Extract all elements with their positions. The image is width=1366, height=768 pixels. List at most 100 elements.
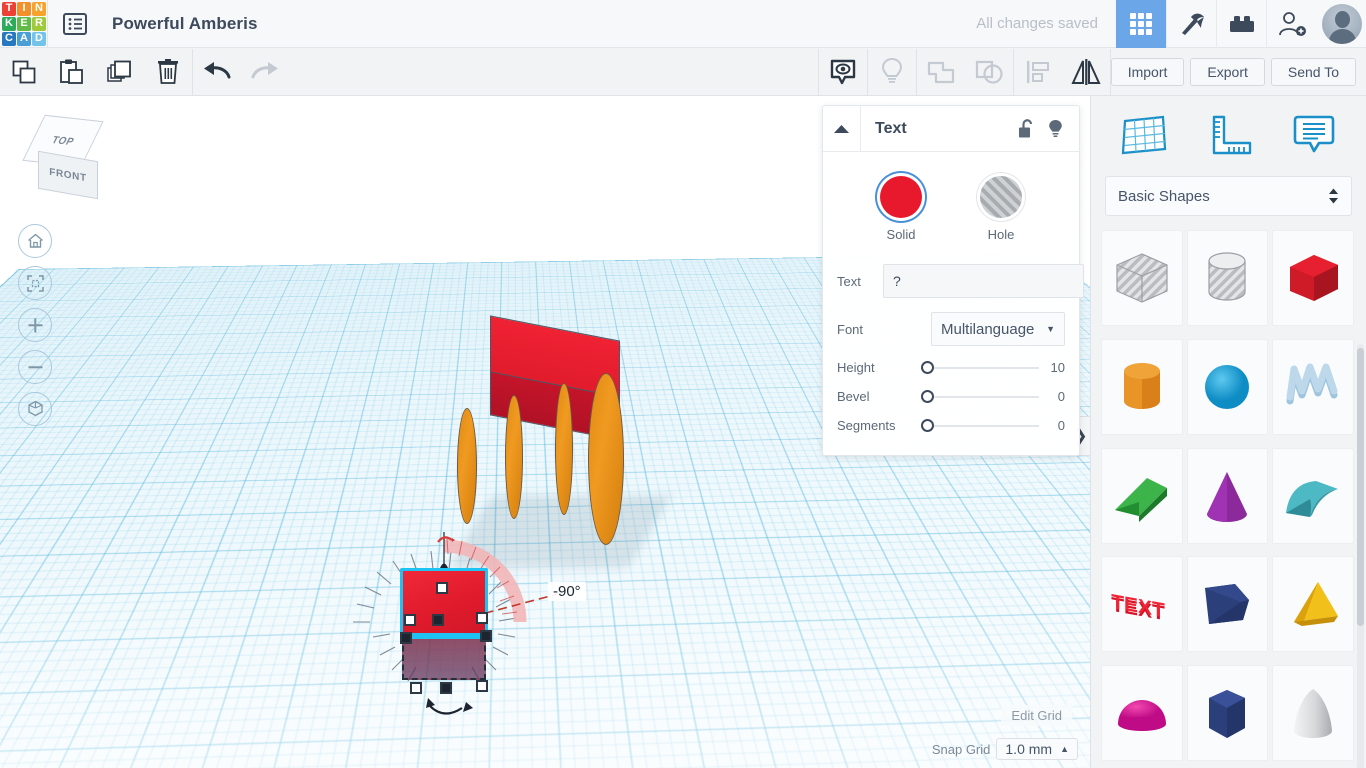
edit-grid-button[interactable]: Edit Grid <box>1001 705 1072 726</box>
document-list-button[interactable] <box>48 0 102 48</box>
hole-mode-label: Hole <box>987 227 1015 242</box>
chevron-down-icon: ▼ <box>1046 324 1055 334</box>
orange-disc-1 <box>457 408 477 524</box>
segments-slider[interactable] <box>921 419 1039 432</box>
shape-item-wedge[interactable] <box>1101 447 1183 544</box>
shape-item-cone[interactable] <box>1186 447 1269 544</box>
home-view-button[interactable] <box>18 224 52 258</box>
font-property-label: Font <box>837 321 864 337</box>
zoom-out-button[interactable] <box>18 350 52 384</box>
paste-button[interactable] <box>48 49 96 95</box>
align-icon <box>1026 60 1049 83</box>
shape-item-roof[interactable] <box>1272 447 1354 544</box>
show-hide-button[interactable] <box>819 49 867 95</box>
bevel-slider-knob[interactable] <box>921 390 934 403</box>
selected-object-bottom[interactable] <box>402 636 486 680</box>
sidebar-tab-ruler[interactable] <box>1198 110 1260 160</box>
group-button[interactable] <box>917 49 965 95</box>
mirror-button[interactable] <box>1062 49 1110 95</box>
bevel-slider[interactable] <box>921 390 1039 403</box>
resize-handle-top-center[interactable] <box>436 582 448 594</box>
shape-item-polygon[interactable] <box>1186 556 1269 653</box>
center-handle[interactable] <box>432 614 444 626</box>
sidebar-scrollbar-thumb[interactable] <box>1357 348 1364 626</box>
solid-color-swatch[interactable] <box>880 176 922 218</box>
lightbulb-button[interactable] <box>868 49 916 95</box>
scribble-shape <box>1286 363 1338 405</box>
font-dropdown[interactable]: Multilanguage ▼ <box>931 312 1065 346</box>
inspector-collapse-button[interactable] <box>823 105 861 152</box>
undo-button[interactable] <box>193 49 241 95</box>
send-to-button[interactable]: Send To <box>1270 57 1356 86</box>
bevel-property-row: Bevel 0 <box>837 389 1065 404</box>
height-slider[interactable] <box>921 361 1039 374</box>
shape-item-cylinder[interactable] <box>1101 338 1183 435</box>
redo-button[interactable] <box>241 49 289 95</box>
import-button[interactable]: Import <box>1110 57 1185 86</box>
box-hole-shape <box>1116 253 1168 303</box>
shape-item-cylinder-hole[interactable] <box>1186 230 1269 326</box>
zoom-in-button[interactable] <box>18 308 52 342</box>
export-button[interactable]: Export <box>1190 57 1265 86</box>
sidebar-tab-notes[interactable] <box>1283 110 1345 160</box>
ortho-perspective-button[interactable] <box>18 392 52 426</box>
mirror-flip-icon <box>1071 58 1101 85</box>
ungroup-button[interactable] <box>965 49 1013 95</box>
segments-slider-knob[interactable] <box>921 419 934 432</box>
hole-mode-option[interactable]: Hole <box>980 176 1022 242</box>
text-input[interactable] <box>883 264 1084 298</box>
resize-handle-bottom-left[interactable] <box>410 682 422 694</box>
font-property-row: Font Multilanguage ▼ <box>837 312 1065 346</box>
sidebar-tab-workplane[interactable] <box>1113 110 1175 160</box>
shape-item-box[interactable] <box>1272 230 1354 326</box>
mode-blocks-button[interactable] <box>1116 0 1166 48</box>
pickaxe-icon <box>1181 13 1204 35</box>
resize-handle-bottom-right[interactable] <box>476 680 488 692</box>
resize-handle-bottom-center[interactable] <box>440 682 452 694</box>
selected-object-gizmo[interactable]: -90° <box>348 524 586 724</box>
shape-item-paraboloid[interactable] <box>1272 665 1354 762</box>
inspector-header-icons <box>1018 119 1063 139</box>
segments-property-label: Segments <box>837 418 896 433</box>
height-slider-track[interactable] <box>934 366 1039 369</box>
delete-button[interactable] <box>144 49 192 95</box>
height-handle-right[interactable] <box>480 630 492 642</box>
mode-lego-button[interactable] <box>1216 0 1266 48</box>
top-bar-right: All changes saved <box>976 0 1366 48</box>
tinkercad-logo[interactable]: T I N K E R C A D <box>1 1 47 47</box>
shape-item-half-sphere[interactable] <box>1101 665 1183 762</box>
bevel-value: 0 <box>1057 389 1065 404</box>
shape-item-pyramid[interactable] <box>1272 556 1354 653</box>
shape-category-dropdown[interactable]: Basic Shapes <box>1105 176 1352 216</box>
invite-people-button[interactable] <box>1266 0 1316 48</box>
shape-item-box-hole[interactable] <box>1101 230 1183 326</box>
solid-mode-label: Solid <box>886 227 916 242</box>
view-cube-front-face[interactable]: FRONT <box>38 150 98 200</box>
resize-handle-mid-right[interactable] <box>476 612 488 624</box>
shape-item-text[interactable]: TEXT TEXT <box>1101 556 1183 653</box>
top-bar: T I N K E R C A D Powerful Amberis All c… <box>0 0 1366 48</box>
copy-button[interactable] <box>0 49 48 95</box>
segments-slider-track[interactable] <box>934 424 1039 427</box>
duplicate-button[interactable] <box>96 49 144 95</box>
view-cube[interactable]: TOP FRONT <box>22 112 112 200</box>
hole-pattern-swatch[interactable] <box>980 176 1022 218</box>
snap-grid-dropdown[interactable]: 1.0 mm ▲ <box>996 738 1078 760</box>
bevel-slider-track[interactable] <box>934 395 1039 398</box>
resize-handle-mid-left[interactable] <box>404 614 416 626</box>
shape-item-sphere[interactable] <box>1186 338 1269 435</box>
height-handle-left[interactable] <box>400 632 412 644</box>
solid-mode-option[interactable]: Solid <box>880 176 922 242</box>
mode-minecraft-button[interactable] <box>1166 0 1216 48</box>
align-button[interactable] <box>1014 49 1062 95</box>
shape-item-scribble[interactable] <box>1272 338 1354 435</box>
height-slider-knob[interactable] <box>921 361 934 374</box>
user-avatar[interactable] <box>1322 3 1362 44</box>
logo-tile-3: K <box>2 16 16 31</box>
home-view-icon <box>27 233 43 248</box>
shape-item-hex-prism[interactable] <box>1186 665 1269 762</box>
delete-trash-icon <box>158 58 178 84</box>
fit-to-view-icon <box>26 274 44 292</box>
fit-to-view-button[interactable] <box>18 266 52 300</box>
snap-grid-label: Snap Grid <box>931 741 991 757</box>
